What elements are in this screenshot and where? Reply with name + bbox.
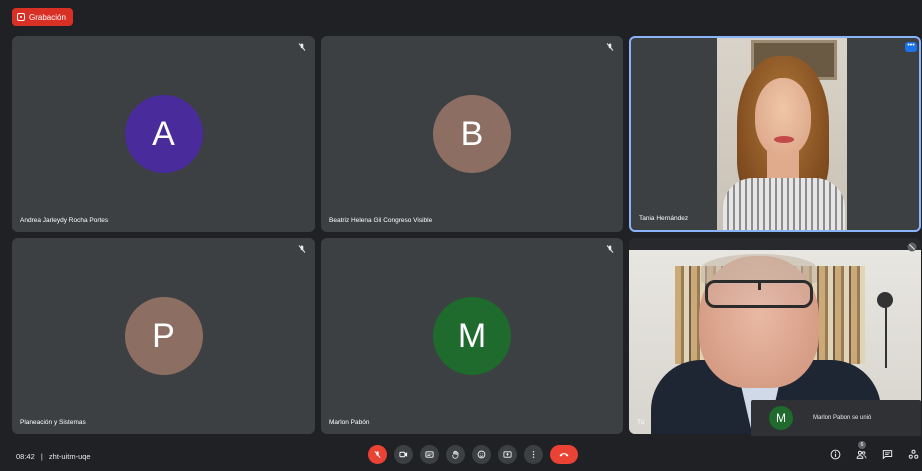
- recording-label: Grabación: [29, 12, 66, 22]
- mic-off-icon: [298, 43, 306, 51]
- end-call-icon: [559, 453, 569, 457]
- participant-name: Tania Hernández: [639, 215, 689, 222]
- participants-button[interactable]: 6: [854, 441, 868, 461]
- meeting-info: 08:42 | zht-uitm-uqe: [16, 452, 91, 461]
- camera-toggle-button[interactable]: [394, 445, 413, 464]
- participant-tile[interactable]: B Beatriz Helena Gil Congreso Visible: [321, 36, 623, 232]
- participant-tile-active-speaker[interactable]: ••• Tania Hernández: [629, 36, 921, 232]
- meeting-separator: |: [40, 452, 43, 461]
- self-name: Tú: [637, 419, 645, 426]
- captions-icon: [425, 451, 434, 458]
- call-controls: [368, 445, 578, 464]
- participant-video: [631, 38, 919, 230]
- avatar: M: [433, 297, 511, 375]
- more-vert-icon: [532, 451, 535, 458]
- side-panel-controls: 6: [828, 441, 922, 461]
- mic-off-icon: [298, 245, 306, 253]
- recording-badge[interactable]: Grabación: [12, 8, 73, 26]
- toast-avatar: M: [769, 406, 793, 430]
- camera-icon: [399, 451, 408, 458]
- meeting-code: zht-uitm-uqe: [48, 452, 91, 461]
- tile-options-button[interactable]: •••: [905, 42, 917, 52]
- participant-name: Planeación y Sistemas: [20, 419, 86, 426]
- chat-button[interactable]: [880, 447, 894, 461]
- mic-off-icon: [606, 245, 614, 253]
- mic-off-icon: [907, 242, 917, 252]
- join-notification: M Marlon Pabon se unió: [751, 400, 921, 436]
- activities-button[interactable]: [906, 447, 920, 461]
- mic-toggle-button[interactable]: [368, 445, 387, 464]
- bottom-bar: 08:42 | zht-uitm-uqe 6: [0, 441, 922, 471]
- meeting-time: 08:42: [16, 452, 35, 461]
- avatar: B: [433, 95, 511, 173]
- mic-off-icon: [374, 451, 381, 458]
- present-button[interactable]: [498, 445, 517, 464]
- people-icon: [856, 450, 866, 459]
- meeting-details-button[interactable]: [828, 447, 842, 461]
- raise-hand-icon: [452, 450, 459, 459]
- toast-text: Marlon Pabon se unió: [813, 415, 872, 421]
- participant-name: Beatriz Helena Gil Congreso Visible: [329, 217, 433, 224]
- info-icon: [830, 449, 840, 459]
- participant-name: Andrea Jarleydy Rocha Portes: [20, 217, 109, 224]
- participant-tile[interactable]: P Planeación y Sistemas: [12, 238, 315, 434]
- present-icon: [503, 451, 512, 458]
- emoji-icon: [477, 450, 486, 459]
- participant-name: Marlon Pabón: [329, 419, 370, 426]
- emoji-button[interactable]: [472, 445, 491, 464]
- participant-tile[interactable]: A Andrea Jarleydy Rocha Portes: [12, 36, 315, 232]
- avatar: P: [124, 297, 203, 375]
- captions-button[interactable]: [420, 445, 439, 464]
- activities-icon: [908, 449, 918, 459]
- participant-count-badge: 6: [858, 441, 866, 449]
- end-call-button[interactable]: [550, 445, 578, 464]
- chat-icon: [882, 449, 892, 459]
- raise-hand-button[interactable]: [446, 445, 465, 464]
- participant-tile[interactable]: M Marlon Pabón: [321, 238, 623, 434]
- record-icon: [17, 13, 25, 21]
- mic-off-icon: [606, 43, 614, 51]
- avatar: A: [124, 95, 203, 173]
- more-options-button[interactable]: [524, 445, 543, 464]
